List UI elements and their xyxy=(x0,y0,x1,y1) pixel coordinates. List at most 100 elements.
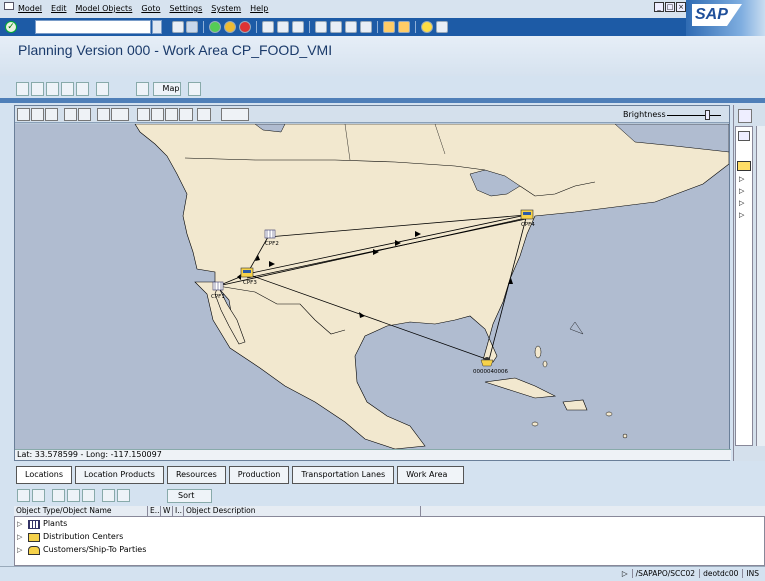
create-session-icon[interactable] xyxy=(383,21,395,33)
pan-icon[interactable] xyxy=(111,108,129,121)
hierarchy-icon[interactable] xyxy=(31,82,44,96)
overview-icon[interactable] xyxy=(188,82,201,96)
zoom-area-icon[interactable] xyxy=(17,108,30,121)
layout-dropdown-icon[interactable] xyxy=(117,489,130,502)
window-controls: _ □ × xyxy=(654,2,686,12)
last-page-icon[interactable] xyxy=(360,21,372,33)
find-tree-icon[interactable] xyxy=(52,489,65,502)
tab-locations[interactable]: Locations xyxy=(16,466,73,484)
table-icon[interactable] xyxy=(136,82,149,96)
next-page-icon[interactable] xyxy=(345,21,357,33)
filter-icon[interactable] xyxy=(17,489,30,502)
tab-location-products[interactable]: Location Products xyxy=(75,466,164,484)
display-icon[interactable] xyxy=(76,82,89,96)
tab-transportation-lanes[interactable]: Transportation Lanes xyxy=(292,466,395,484)
menu-model-objects[interactable]: Model Objects xyxy=(76,4,133,13)
brightness-slider-track[interactable] xyxy=(667,115,721,116)
tree-row-distribution-centers[interactable]: ▷ Distribution Centers xyxy=(17,531,123,543)
column-i[interactable]: I.. xyxy=(173,506,184,517)
command-field[interactable] xyxy=(35,20,151,34)
layout-icon[interactable] xyxy=(102,489,115,502)
legend-expander-4[interactable]: ▷ xyxy=(739,211,744,219)
save-icon[interactable] xyxy=(186,21,198,33)
legend-expander-2[interactable]: ▷ xyxy=(739,187,744,195)
tab-production[interactable]: Production xyxy=(228,466,290,484)
legend-selected-item[interactable] xyxy=(737,161,751,171)
enter-button[interactable]: ✓ xyxy=(5,21,17,33)
maximize-icon[interactable]: □ xyxy=(665,2,675,12)
find-next-icon[interactable] xyxy=(292,21,304,33)
app-menu-icon[interactable] xyxy=(4,2,14,10)
blank-button-1[interactable] xyxy=(179,108,193,121)
exit-icon[interactable] xyxy=(224,21,236,33)
tools-icon[interactable] xyxy=(46,82,59,96)
standard-toolbar: ✓ xyxy=(0,18,686,36)
land-cuba xyxy=(484,377,557,399)
layout-menu-icon[interactable] xyxy=(436,21,448,33)
location-node-cpf4[interactable]: CPF4 xyxy=(520,209,535,228)
zoom-in-icon[interactable] xyxy=(45,108,58,121)
status-expand-icon[interactable]: ▷ xyxy=(619,569,628,578)
node-label-cpf2: CPF2 xyxy=(265,241,279,247)
filter-icon[interactable] xyxy=(64,108,77,121)
legend-filter-icon[interactable] xyxy=(738,131,750,141)
search-icon[interactable] xyxy=(97,108,110,121)
column-e[interactable]: E.. xyxy=(148,506,161,517)
tree-toolbar: Sort xyxy=(14,487,765,505)
expand-icon[interactable]: ▷ xyxy=(17,544,25,556)
back-arrow-icon[interactable] xyxy=(172,21,184,33)
menu-edit[interactable]: Edit xyxy=(51,4,67,13)
sort-ascending-icon[interactable] xyxy=(32,489,45,502)
expand-icon[interactable]: ▷ xyxy=(17,531,25,543)
expand-icon[interactable]: ▷ xyxy=(17,518,25,530)
help-icon[interactable] xyxy=(421,21,433,33)
blank-button-2[interactable] xyxy=(197,108,211,121)
status-mode[interactable]: INS xyxy=(742,569,759,578)
zoom-out-icon[interactable] xyxy=(31,108,44,121)
panel-collapse-icon[interactable] xyxy=(738,109,752,123)
status-transaction: /SAPAPO/SCC02 xyxy=(631,569,695,578)
column-object-description[interactable]: Object Description xyxy=(184,506,421,517)
map-button[interactable]: Map xyxy=(153,82,181,96)
minimize-icon[interactable]: _ xyxy=(654,2,664,12)
menu-help[interactable]: Help xyxy=(250,4,268,13)
tab-resources[interactable]: Resources xyxy=(166,466,226,484)
tab-work-area[interactable]: Work Area xyxy=(397,466,465,484)
tree-row-customers[interactable]: ▷ Customers/Ship-To Parties xyxy=(17,544,146,556)
back-icon[interactable] xyxy=(209,21,221,33)
close-icon[interactable]: × xyxy=(676,2,686,12)
legend-scrollbar[interactable] xyxy=(756,126,765,446)
menu-model[interactable]: Model xyxy=(18,4,42,13)
export-icon[interactable] xyxy=(67,489,80,502)
cancel-icon[interactable] xyxy=(239,21,251,33)
select-icon[interactable] xyxy=(78,108,91,121)
find-icon[interactable] xyxy=(277,21,289,33)
legend-expander-3[interactable]: ▷ xyxy=(739,199,744,207)
print-icon[interactable] xyxy=(262,21,274,33)
create-shortcut-icon[interactable] xyxy=(398,21,410,33)
command-history-dropdown[interactable] xyxy=(152,20,162,34)
menu-system[interactable]: System xyxy=(211,4,241,13)
legend-expander-1[interactable]: ▷ xyxy=(739,175,744,183)
title-bar: Planning Version 000 - Work Area CP_FOOD… xyxy=(0,36,765,76)
map-canvas[interactable]: CPF1 CPF2 CPF3 CPF4 0000040006 xyxy=(15,124,729,449)
layers-icon[interactable] xyxy=(151,108,164,121)
route-icon[interactable] xyxy=(137,108,150,121)
coordinates-readout: Lat: 33.578599 - Long: -117.150097 xyxy=(15,449,731,460)
column-w[interactable]: W xyxy=(161,506,173,517)
refresh-icon[interactable] xyxy=(96,82,109,96)
brightness-slider-thumb[interactable] xyxy=(704,110,710,120)
print-map-icon[interactable] xyxy=(165,108,178,121)
objects-icon[interactable] xyxy=(61,82,74,96)
previous-page-icon[interactable] xyxy=(330,21,342,33)
export-dropdown-icon[interactable] xyxy=(82,489,95,502)
tree-row-plants[interactable]: ▷ Plants xyxy=(17,518,67,530)
model-icon[interactable] xyxy=(16,82,29,96)
menu-goto[interactable]: Goto xyxy=(141,4,160,13)
column-object-name[interactable]: Object Type/Object Name xyxy=(14,506,148,517)
sort-button[interactable]: Sort xyxy=(167,489,212,503)
legend-dropdown[interactable] xyxy=(221,108,249,121)
menu-settings[interactable]: Settings xyxy=(169,4,202,13)
plant-icon xyxy=(28,519,40,529)
first-page-icon[interactable] xyxy=(315,21,327,33)
